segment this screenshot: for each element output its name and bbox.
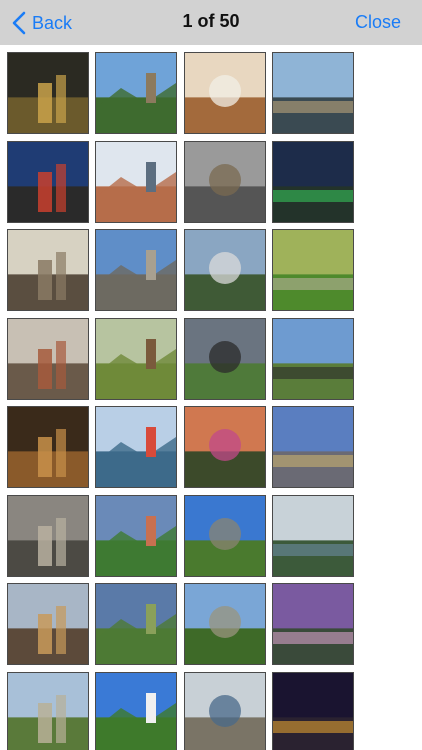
- photo-thumbnail-library-hall[interactable]: [7, 406, 89, 488]
- photo-image: [96, 318, 176, 399]
- photo-thumbnail-shopfront-street[interactable]: [7, 140, 89, 223]
- photo-thumbnail-sunset-flowers[interactable]: [184, 406, 266, 488]
- photo-thumbnail-cloud-field[interactable]: [95, 671, 177, 750]
- photo-thumbnail-canal-houses[interactable]: [7, 583, 89, 665]
- photo-image: [185, 672, 265, 750]
- photo-thumbnail-night-street[interactable]: [272, 671, 354, 750]
- photo-thumbnail-winding-road[interactable]: [95, 583, 177, 665]
- photo-image: [273, 318, 353, 399]
- photo-image: [96, 407, 176, 487]
- photo-image: [96, 141, 176, 222]
- photo-image: [273, 584, 353, 664]
- photo-thumbnail-lane-street[interactable]: [7, 229, 89, 311]
- close-button[interactable]: Close: [355, 12, 401, 33]
- photo-image: [8, 230, 88, 310]
- photo-image: [96, 230, 176, 310]
- photo-thumbnail-coast-cove[interactable]: [184, 671, 266, 750]
- photo-thumbnail-cathedral[interactable]: [95, 229, 177, 311]
- photo-thumbnail-ruined-tower[interactable]: [184, 583, 266, 665]
- photo-thumbnail-sphere-sculpture[interactable]: [184, 140, 266, 223]
- photo-image: [8, 53, 88, 133]
- photo-thumbnail-spire-town[interactable]: [272, 406, 354, 488]
- photo-image: [185, 230, 265, 310]
- photo-thumbnail-windswept-tree[interactable]: [272, 317, 354, 400]
- photo-image: [273, 672, 353, 750]
- photo-thumbnail-aerial-street[interactable]: [7, 494, 89, 577]
- photo-thumbnail-canal-night[interactable]: [7, 52, 89, 134]
- photo-thumbnail-castle-trees[interactable]: [95, 52, 177, 134]
- photo-image: [273, 495, 353, 576]
- photo-image: [96, 495, 176, 576]
- photo-thumbnail-hill-tower[interactable]: [95, 317, 177, 400]
- photo-thumbnail-mountain-village[interactable]: [184, 229, 266, 311]
- photo-image: [273, 230, 353, 310]
- photo-image: [185, 141, 265, 222]
- photo-thumbnail-green-ruins[interactable]: [272, 229, 354, 311]
- photo-thumbnail-spiral-atrium[interactable]: [184, 52, 266, 134]
- photo-image: [8, 407, 88, 487]
- photo-image: [8, 318, 88, 399]
- photo-image: [8, 141, 88, 222]
- photo-thumbnail-river-city[interactable]: [272, 52, 354, 134]
- photo-thumbnail-sea-cliffs[interactable]: [184, 317, 266, 400]
- photo-image: [185, 53, 265, 133]
- photo-image: [8, 584, 88, 664]
- photo-image: [273, 407, 353, 487]
- photo-thumbnail-aerial-town[interactable]: [7, 317, 89, 400]
- photo-image: [273, 141, 353, 222]
- photo-image: [185, 318, 265, 399]
- photo-thumbnail-bridge-night[interactable]: [272, 140, 354, 223]
- photo-thumbnail-grave-stones[interactable]: [7, 671, 89, 750]
- photo-image: [96, 672, 176, 750]
- photo-thumbnail-river-reflect[interactable]: [272, 494, 354, 577]
- photo-image: [185, 495, 265, 576]
- photo-image: [96, 584, 176, 664]
- photo-image: [8, 672, 88, 750]
- photo-thumbnail-green-village[interactable]: [95, 494, 177, 577]
- photo-image: [185, 584, 265, 664]
- navigation-bar: Back 1 of 50 Close: [0, 0, 422, 45]
- photo-image: [273, 53, 353, 133]
- photo-thumbnail-round-tower[interactable]: [184, 494, 266, 577]
- photo-image: [185, 407, 265, 487]
- photo-image: [96, 53, 176, 133]
- photo-grid: [0, 45, 422, 750]
- photo-thumbnail-harbour-houses[interactable]: [95, 406, 177, 488]
- photo-thumbnail-purple-sky-lake[interactable]: [272, 583, 354, 665]
- photo-image: [8, 495, 88, 576]
- photo-thumbnail-glass-arcade[interactable]: [95, 140, 177, 223]
